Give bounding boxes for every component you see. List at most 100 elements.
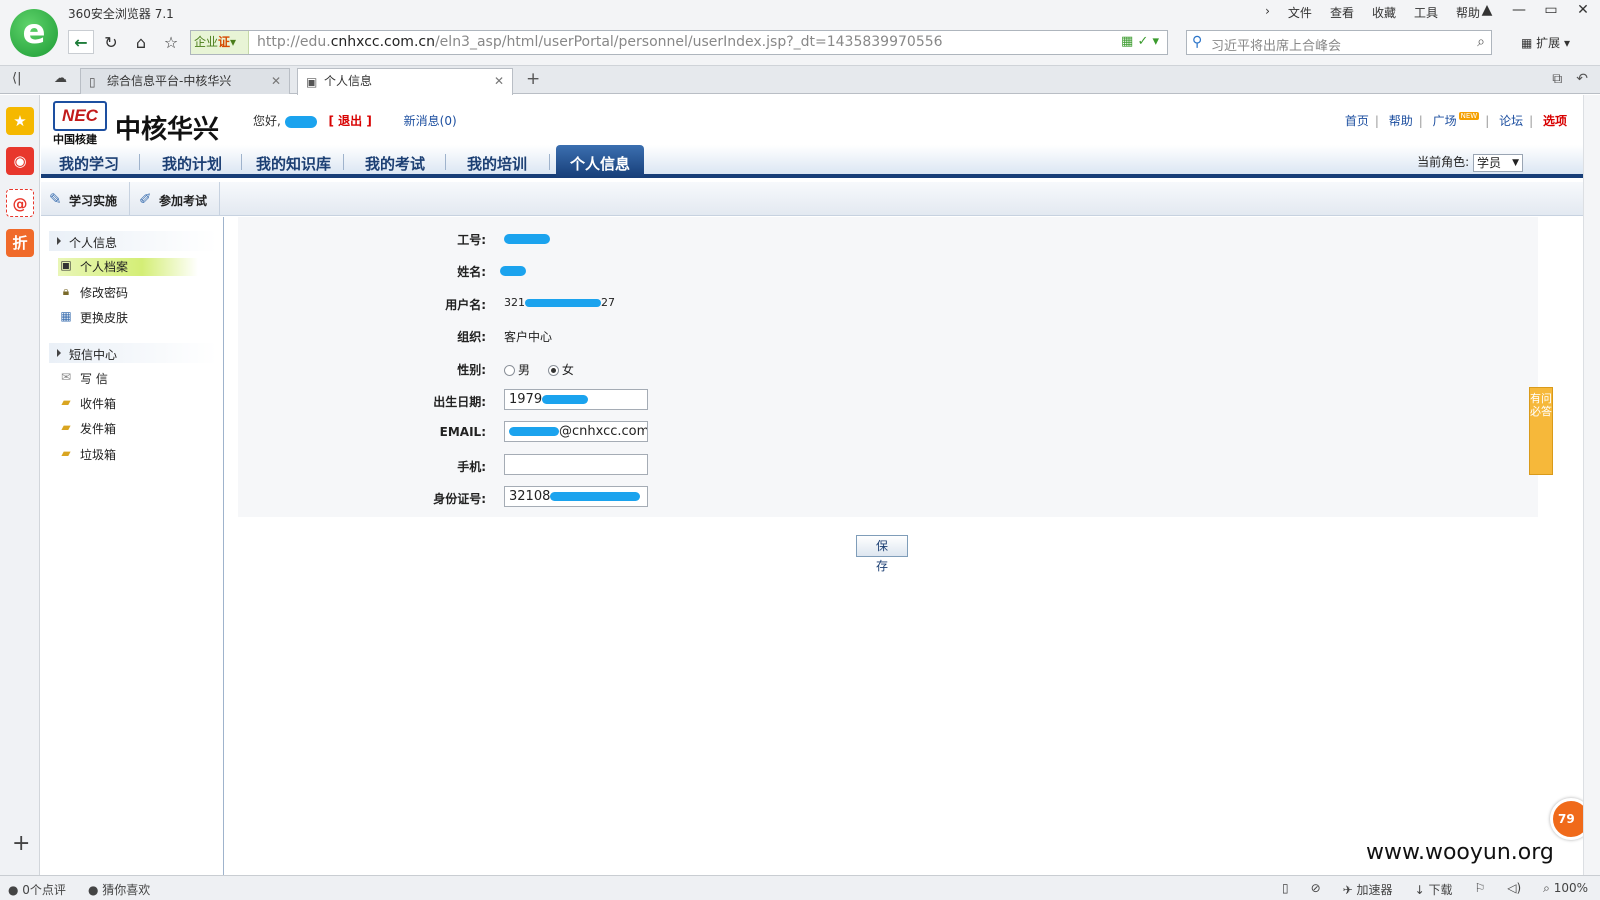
take-exam-button[interactable]: ✐ 参加考试 <box>131 182 221 216</box>
new-tab-icon[interactable]: + <box>526 69 540 89</box>
profile-card-icon: ▣ <box>60 258 72 272</box>
redacted-username-middle <box>525 299 601 307</box>
qrcode-icon[interactable]: ▦ ✓ ▾ <box>1121 34 1159 49</box>
ie-icon[interactable]: ⊘ <box>1311 881 1321 898</box>
weibo-icon[interactable]: ◉ <box>6 147 34 175</box>
top-links: 首页 | 帮助 | 广场 NEW | 论坛 | 选项 <box>1344 112 1567 128</box>
sidebar-item-profile[interactable]: ▣ 个人档案 <box>58 258 198 276</box>
email-label: EMAIL: <box>439 425 486 439</box>
subbtn-label: 参加考试 <box>159 194 208 208</box>
sidebar-item-change-password[interactable]: 🔒︎ 修改密码 <box>58 284 128 302</box>
link-help[interactable]: 帮助 <box>1389 114 1413 128</box>
home-icon[interactable]: ⌂ <box>128 30 154 54</box>
nav-my-knowledge[interactable]: 我的知识库 <box>256 153 331 174</box>
email-input[interactable]: @cnhxcc.com.c <box>504 421 648 442</box>
speaker-icon[interactable]: ◁) <box>1507 881 1521 898</box>
close-tab-icon[interactable]: ✕ <box>271 69 281 93</box>
mail-at-icon[interactable]: @ <box>6 189 34 217</box>
sidebar-toggle-icon[interactable]: ⟨| <box>12 71 21 86</box>
menu-chevron-icon[interactable]: › <box>1265 4 1270 21</box>
add-sidebar-icon[interactable]: + <box>12 831 30 856</box>
birthdate-input[interactable]: 1979 <box>504 389 648 410</box>
accelerator-button[interactable]: ✈ 加速器 <box>1343 881 1393 898</box>
gender-male-radio[interactable]: 男 <box>504 363 530 377</box>
sidebar-item-write[interactable]: ✉ 写 信 <box>58 370 108 388</box>
menu-file[interactable]: 文件 <box>1288 4 1312 21</box>
link-forum[interactable]: 论坛 <box>1499 114 1523 128</box>
phone-label: 手机: <box>457 460 486 474</box>
group-personal-info[interactable]: 个人信息 <box>49 231 217 251</box>
extensions-button[interactable]: ▦ 扩展 ▾ <box>1521 34 1570 51</box>
link-home[interactable]: 首页 <box>1345 114 1369 128</box>
undo-close-icon[interactable]: ↶ <box>1576 71 1588 87</box>
employee-id-value <box>504 231 550 245</box>
sidebar-item-change-skin[interactable]: ▦ 更换皮肤 <box>58 309 128 327</box>
minimize-icon[interactable]: — <box>1510 2 1528 18</box>
url-text[interactable]: http://edu.cnhxcc.com.cn/eln3_asp/html/u… <box>257 34 943 50</box>
dropdown-arrow-icon: ▼ <box>1512 157 1519 168</box>
nav-my-plan[interactable]: 我的计划 <box>162 153 222 174</box>
nav-personal-info[interactable]: 个人信息 <box>556 145 645 178</box>
menu-favorites[interactable]: 收藏 <box>1372 4 1396 21</box>
refresh-icon[interactable]: ↻ <box>98 30 124 54</box>
idcard-input[interactable]: 32108 <box>504 486 648 507</box>
radio-female[interactable] <box>547 365 559 376</box>
back-arrow-icon[interactable]: ← <box>68 30 94 54</box>
search-box[interactable]: ⚲ 习近平将出席上合峰会 ⌕ <box>1186 30 1492 55</box>
search-input[interactable]: 习近平将出席上合峰会 <box>1211 35 1341 54</box>
vertical-scrollbar[interactable] <box>1583 95 1600 875</box>
close-tab-icon[interactable]: ✕ <box>494 69 504 93</box>
restore-window-icon[interactable]: ⧉ <box>1552 71 1562 87</box>
nav-my-learning[interactable]: 我的学习 <box>59 153 119 174</box>
role-select[interactable]: 学员 ▼ <box>1473 153 1523 172</box>
enterprise-badge[interactable]: 企业证▾ <box>191 31 249 54</box>
envelope-icon: ✉ <box>60 370 72 384</box>
sidebar-item-trash[interactable]: ▰ 垃圾箱 <box>58 446 116 464</box>
flag-icon[interactable]: ⚐ <box>1474 881 1485 898</box>
nav-my-exam[interactable]: 我的考试 <box>365 153 425 174</box>
pencil-icon: ✎ <box>49 190 62 208</box>
group-message-center[interactable]: 短信中心 <box>49 343 217 363</box>
comments-status[interactable]: ● 0个点评 <box>8 881 66 898</box>
maximize-icon[interactable]: ▭ <box>1542 2 1560 18</box>
gender-female-radio[interactable]: 女 <box>547 363 574 377</box>
page-icon: ▣ <box>306 75 318 89</box>
save-button[interactable]: 保 存 <box>856 535 908 573</box>
row-id-card: 身份证号: 32108 <box>238 486 838 510</box>
shirt-skin-icon[interactable]: ▲ <box>1478 2 1496 18</box>
floating-speed-ball[interactable]: 79 <box>1550 798 1583 840</box>
zoom-level[interactable]: ⌕ 100% <box>1543 881 1588 898</box>
cloud-icon[interactable]: ☁ <box>54 71 67 86</box>
menu-help[interactable]: 帮助 <box>1456 4 1480 21</box>
tab-label: 综合信息平台-中核华兴 <box>107 74 232 88</box>
sidebar-item-outbox[interactable]: ▰ 发件箱 <box>58 420 116 438</box>
discount-icon[interactable]: 折 <box>6 229 34 257</box>
mobile-icon[interactable]: ▯ <box>1282 881 1289 898</box>
star-bookmark-icon[interactable]: ☆ <box>158 30 184 54</box>
nav-my-training[interactable]: 我的培训 <box>467 153 527 174</box>
logout-link[interactable]: [ 退出 ] <box>328 114 371 128</box>
address-bar[interactable]: 企业证▾ http://edu.cnhxcc.com.cn/eln3_asp/h… <box>190 30 1168 55</box>
radio-male[interactable] <box>504 365 515 376</box>
sidebar-item-inbox[interactable]: ▰ 收件箱 <box>58 395 116 413</box>
search-go-icon[interactable]: ⌕ <box>1477 34 1485 50</box>
menu-view[interactable]: 查看 <box>1330 4 1354 21</box>
role-value: 学员 <box>1477 155 1502 170</box>
close-window-icon[interactable]: ✕ <box>1574 2 1592 18</box>
link-plaza[interactable]: 广场 <box>1433 114 1457 128</box>
guess-you-like[interactable]: ● 猜你喜欢 <box>88 881 150 898</box>
sidebar-item-label: 修改密码 <box>80 286 129 300</box>
phone-input[interactable] <box>504 454 648 475</box>
tab-personal-info[interactable]: ▣ 个人信息 ✕ <box>297 68 513 95</box>
extensions-label: 扩展 <box>1536 36 1561 50</box>
menu-tools[interactable]: 工具 <box>1414 4 1438 21</box>
url-prefix: http://edu. <box>257 34 331 50</box>
link-options[interactable]: 选项 <box>1543 114 1567 128</box>
help-tab[interactable]: 有问必答 <box>1529 387 1553 475</box>
row-organization: 组织: 客户中心 <box>238 324 838 348</box>
learning-implementation-button[interactable]: ✎ 学习实施 <box>41 182 131 216</box>
download-button[interactable]: ↓ 下载 <box>1415 881 1453 898</box>
new-message-link[interactable]: 新消息(0) <box>404 114 457 128</box>
tab-integrated-platform[interactable]: ▯ 综合信息平台-中核华兴 ✕ <box>80 68 290 94</box>
favorites-star-icon[interactable]: ★ <box>6 107 34 135</box>
